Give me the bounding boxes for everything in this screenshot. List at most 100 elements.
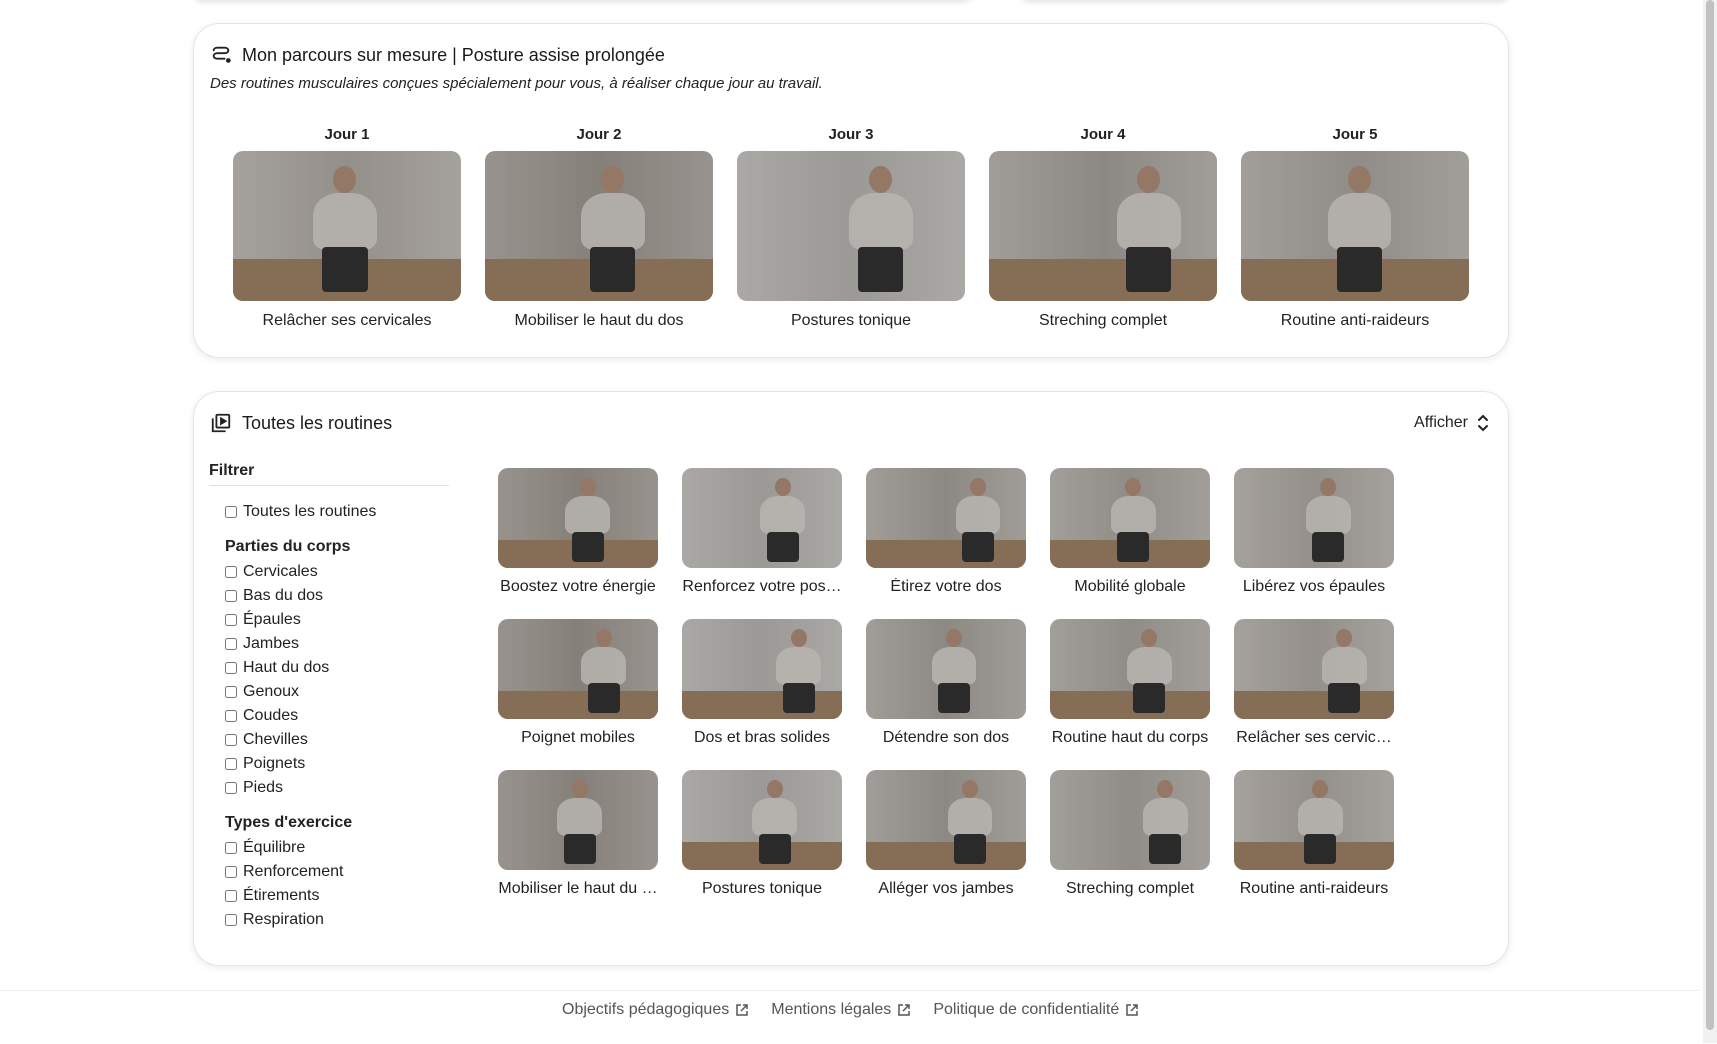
thumb-person (1142, 798, 1188, 836)
exercise-type-filter-item[interactable]: Étirements (225, 884, 449, 908)
body-part-filter-item[interactable]: Jambes (225, 632, 449, 656)
body-part-checkbox[interactable] (225, 662, 237, 674)
exercise-type-checkbox[interactable] (225, 890, 237, 902)
routine-thumbnail[interactable] (498, 468, 658, 568)
scrollbar[interactable] (1703, 0, 1717, 1043)
body-part-checkbox[interactable] (225, 638, 237, 650)
day-card[interactable]: Jour 5 Routine anti-raideurs (1241, 122, 1469, 330)
routine-tile[interactable]: Poignet mobiles (498, 619, 658, 747)
routine-caption: Mobilité globale (1074, 578, 1186, 595)
routine-tile[interactable]: Streching complet (1050, 770, 1210, 898)
routine-caption: Boostez votre énergie (500, 578, 656, 595)
body-part-label: Jambes (243, 635, 300, 652)
exercise-type-filter-item[interactable]: Renforcement (225, 860, 449, 884)
thumb-person (1306, 496, 1351, 534)
body-part-label: Pieds (243, 779, 284, 796)
routine-thumbnail[interactable] (1050, 468, 1210, 568)
thumb-head (333, 166, 357, 193)
routine-tile[interactable]: Postures tonique (682, 770, 842, 898)
day-thumbnail[interactable] (1241, 151, 1469, 301)
routine-tile[interactable]: Relâcher ses cervic… (1234, 619, 1394, 747)
body-part-filter-item[interactable]: Pieds (225, 776, 449, 800)
thumb-pants (766, 532, 799, 562)
body-part-filter-item[interactable]: Cervicales (225, 560, 449, 584)
body-part-checkbox[interactable] (225, 590, 237, 602)
routine-thumbnail[interactable] (498, 770, 658, 870)
footer-link[interactable]: Objectifs pédagogiques (562, 1001, 749, 1019)
body-part-filter-item[interactable]: Haut du dos (225, 656, 449, 680)
filter-all-routines[interactable]: Toutes les routines (225, 500, 449, 524)
display-toggle-button[interactable]: Afficher (1414, 414, 1490, 432)
routine-tile[interactable]: Routine haut du corps (1050, 619, 1210, 747)
scrollbar-thumb[interactable] (1706, 0, 1714, 1030)
thumb-head (571, 780, 588, 798)
routine-thumbnail[interactable] (1234, 770, 1394, 870)
routine-tile[interactable]: Mobiliser le haut du … (498, 770, 658, 898)
routine-thumbnail[interactable] (498, 619, 658, 719)
footer-link[interactable]: Mentions légales (771, 1001, 911, 1019)
day-thumbnail[interactable] (989, 151, 1217, 301)
body-part-label: Coudes (243, 707, 299, 724)
body-part-filter-item[interactable]: Bas du dos (225, 584, 449, 608)
thumb-head (869, 166, 893, 193)
body-part-filter-item[interactable]: Genoux (225, 680, 449, 704)
custom-path-card: Mon parcours sur mesure | Posture assise… (193, 23, 1509, 358)
routine-thumbnail[interactable] (682, 619, 842, 719)
routine-tile[interactable]: Alléger vos jambes (866, 770, 1026, 898)
thumb-head (766, 780, 783, 798)
day-caption: Postures tonique (790, 312, 912, 329)
day-thumbnail[interactable] (233, 151, 461, 301)
body-part-filter-item[interactable]: Épaules (225, 608, 449, 632)
body-part-checkbox[interactable] (225, 614, 237, 626)
exercise-type-filter-item[interactable]: Respiration (225, 908, 449, 932)
routine-thumbnail[interactable] (1050, 770, 1210, 870)
custom-path-header: Mon parcours sur mesure | Posture assise… (210, 44, 665, 66)
body-part-checkbox[interactable] (225, 734, 237, 746)
routine-thumbnail[interactable] (1234, 468, 1394, 568)
routine-thumbnail[interactable] (866, 770, 1026, 870)
exercise-type-checkbox[interactable] (225, 866, 237, 878)
routine-thumbnail[interactable] (866, 619, 1026, 719)
routine-tile[interactable]: Renforcez votre pos… (682, 468, 842, 596)
routine-caption: Dos et bras solides (693, 729, 831, 746)
routine-tile[interactable]: Libérez vos épaules (1234, 468, 1394, 596)
body-part-filter-item[interactable]: Coudes (225, 704, 449, 728)
day-card[interactable]: Jour 2 Mobiliser le haut du dos (485, 122, 713, 330)
body-part-checkbox[interactable] (225, 782, 237, 794)
body-part-checkbox[interactable] (225, 566, 237, 578)
day-card[interactable]: Jour 3 Postures tonique (737, 122, 965, 330)
body-parts-list: Cervicales Bas du dos Épaules Jambes Haut du… (209, 560, 449, 800)
routine-tile[interactable]: Détendre son dos (866, 619, 1026, 747)
routine-tile[interactable]: Boostez votre énergie (498, 468, 658, 596)
filter-all-checkbox[interactable] (225, 506, 237, 518)
day-caption: Routine anti-raideurs (1280, 312, 1430, 329)
day-card[interactable]: Jour 4 Streching complet (989, 122, 1217, 330)
footer-link[interactable]: Politique de confidentialité (933, 1001, 1139, 1019)
body-part-checkbox[interactable] (225, 758, 237, 770)
route-icon (212, 46, 231, 63)
routine-tile[interactable]: Mobilité globale (1050, 468, 1210, 596)
routine-thumbnail[interactable] (682, 770, 842, 870)
thumb-pants (1312, 532, 1345, 562)
day-thumbnail[interactable] (485, 151, 713, 301)
routine-thumbnail[interactable] (1234, 619, 1394, 719)
day-caption: Relâcher ses cervicales (262, 312, 432, 329)
routine-tile[interactable]: Étirez votre dos (866, 468, 1026, 596)
body-part-filter-item[interactable]: Chevilles (225, 728, 449, 752)
thumb-pants (1133, 683, 1166, 713)
exercise-type-filter-item[interactable]: Équilibre (225, 836, 449, 860)
day-card[interactable]: Jour 1 Relâcher ses cervicales (233, 122, 461, 330)
thumb-pants (1304, 834, 1337, 864)
day-thumbnail[interactable] (737, 151, 965, 301)
exercise-type-checkbox[interactable] (225, 842, 237, 854)
routine-tile[interactable]: Routine anti-raideurs (1234, 770, 1394, 898)
custom-path-title: Mon parcours sur mesure | Posture assise… (242, 44, 665, 65)
routine-thumbnail[interactable] (866, 468, 1026, 568)
body-part-filter-item[interactable]: Poignets (225, 752, 449, 776)
exercise-type-checkbox[interactable] (225, 914, 237, 926)
routine-thumbnail[interactable] (1050, 619, 1210, 719)
body-part-checkbox[interactable] (225, 710, 237, 722)
routine-tile[interactable]: Dos et bras solides (682, 619, 842, 747)
body-part-checkbox[interactable] (225, 686, 237, 698)
routine-thumbnail[interactable] (682, 468, 842, 568)
